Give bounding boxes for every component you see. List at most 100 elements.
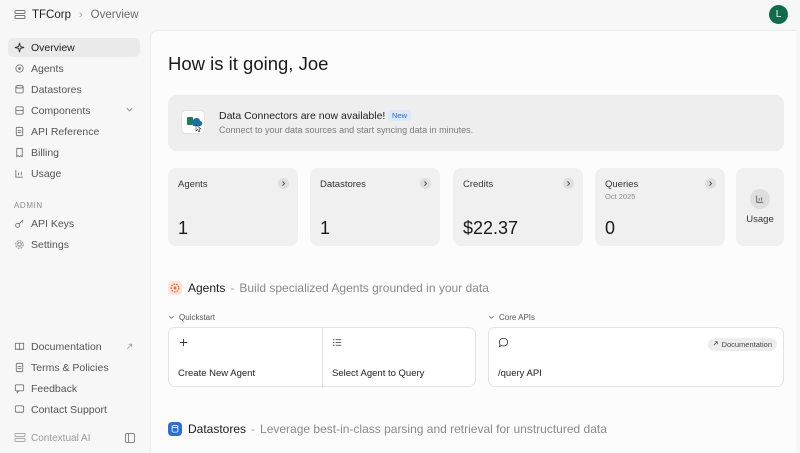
stat-card-agents[interactable]: Agents 1	[168, 168, 298, 246]
section-separator: -	[251, 422, 256, 436]
stat-card-queries[interactable]: Queries Oct 2025 0	[595, 168, 725, 246]
agent-icon	[14, 63, 25, 74]
sidebar-item-label: Components	[31, 104, 91, 117]
core-apis-label[interactable]: Core APIs	[488, 313, 535, 322]
book-icon	[14, 341, 25, 352]
select-agent-to-query-button[interactable]: Select Agent to Query	[323, 328, 476, 388]
stat-card-datastores[interactable]: Datastores 1	[310, 168, 440, 246]
section-description: Build specialized Agents grounded in you…	[239, 281, 489, 295]
sidebar-item-agents[interactable]: Agents	[8, 59, 140, 78]
stat-period: Oct 2025	[605, 192, 636, 201]
database-icon	[14, 84, 25, 95]
stat-card-credits[interactable]: Credits $22.37	[453, 168, 583, 246]
components-icon	[14, 105, 25, 116]
sidebar-item-components[interactable]: Components	[8, 101, 140, 120]
datastores-section-header: Datastores - Leverage best-in-class pars…	[168, 422, 607, 436]
stat-value: 1	[320, 218, 331, 238]
sidebar-item-label: Billing	[31, 146, 60, 159]
chevron-down-icon	[169, 315, 174, 319]
query-api-card[interactable]: Documentation /query API	[488, 327, 784, 387]
stat-value: 1	[178, 218, 189, 238]
core-api-label: /query API	[498, 368, 542, 379]
chevron-right-icon	[705, 178, 716, 189]
create-new-agent-button[interactable]: Create New Agent	[169, 328, 322, 388]
sidebar-item-label: Datastores	[31, 83, 82, 96]
chat-bubble-icon	[498, 337, 509, 348]
sidebar: Overview Agents Datastores Components AP…	[0, 30, 150, 453]
usage-card[interactable]: Usage	[736, 168, 784, 246]
group-label-text: Core APIs	[499, 313, 536, 322]
datastores-section-icon	[168, 422, 182, 436]
sidebar-item-datastores[interactable]: Datastores	[8, 80, 140, 99]
document-icon	[14, 362, 25, 373]
group-label-text: Quickstart	[179, 313, 216, 322]
sidebar-item-label: Terms & Policies	[31, 361, 109, 374]
sidebar-item-api-reference[interactable]: API Reference	[8, 122, 140, 141]
stat-label: Datastores	[320, 179, 366, 190]
quickstart-label[interactable]: Quickstart	[168, 313, 215, 322]
banner-subtitle: Connect to your data sources and start s…	[219, 125, 474, 135]
avatar[interactable]: L	[769, 5, 788, 24]
gear-icon	[14, 239, 25, 250]
brand-logo: Contextual AI	[14, 432, 90, 444]
quickstart-card: Create New Agent Select Agent to Query	[168, 327, 476, 388]
org-icon	[14, 9, 26, 21]
org-name[interactable]: TFCorp	[32, 9, 71, 21]
brand-name: Contextual AI	[31, 432, 91, 444]
section-description: Leverage best-in-class parsing and retri…	[260, 422, 607, 436]
stat-value: $22.37	[463, 218, 519, 238]
sidebar-item-label: Usage	[31, 167, 62, 180]
sidebar-item-documentation[interactable]: Documentation	[8, 337, 140, 356]
sidebar-item-api-keys[interactable]: API Keys	[8, 214, 140, 233]
chevron-right-icon	[420, 178, 431, 189]
usage-label: Usage	[746, 214, 774, 225]
data-connectors-banner[interactable]: Data Connectors are now available! New C…	[168, 95, 784, 151]
chat-icon	[14, 404, 25, 415]
sidebar-item-terms[interactable]: Terms & Policies	[8, 358, 140, 377]
sidebar-item-label: Settings	[31, 238, 69, 251]
message-icon	[14, 383, 25, 394]
connector-icon	[181, 110, 205, 134]
external-link-icon	[125, 342, 134, 351]
sidebar-item-billing[interactable]: Billing	[8, 143, 140, 162]
banner-title: Data Connectors are now available!	[219, 110, 386, 122]
main-content: How is it going, Joe Data Connectors are…	[150, 30, 796, 453]
sidebar-item-settings[interactable]: Settings	[8, 235, 140, 254]
section-title: Agents	[188, 281, 226, 295]
chevron-right-icon	[563, 178, 574, 189]
stat-label: Credits	[463, 179, 494, 190]
sidebar-item-label: Documentation	[31, 340, 102, 353]
stat-label: Agents	[178, 179, 208, 190]
sidebar-item-label: API Reference	[31, 125, 100, 138]
brand-icon	[14, 433, 26, 442]
external-link-icon	[713, 341, 719, 346]
sidebar-item-label: API Keys	[31, 217, 75, 230]
sidebar-item-overview[interactable]: Overview	[8, 38, 140, 57]
section-separator: -	[230, 281, 235, 295]
stat-value: 0	[605, 218, 616, 238]
document-icon	[14, 126, 25, 137]
sparkle-icon	[14, 42, 25, 53]
chart-icon	[750, 189, 770, 209]
key-icon	[14, 218, 25, 229]
chevron-down-icon	[489, 315, 494, 319]
sidebar-item-label: Overview	[31, 41, 75, 54]
chevron-down-icon[interactable]	[125, 105, 134, 114]
sidebar-item-contact-support[interactable]: Contact Support	[8, 400, 140, 419]
plus-icon	[178, 337, 189, 348]
sidebar-item-feedback[interactable]: Feedback	[8, 379, 140, 398]
receipt-icon	[14, 147, 25, 158]
agents-section-header: Agents - Build specialized Agents ground…	[168, 281, 489, 295]
quickstart-item-label: Create New Agent	[178, 368, 256, 379]
sidebar-item-usage[interactable]: Usage	[8, 164, 140, 183]
quickstart-item-label: Select Agent to Query	[332, 368, 425, 379]
section-title: Datastores	[188, 422, 247, 436]
stat-label: Queries	[605, 179, 639, 190]
admin-section-label: ADMIN	[14, 201, 43, 210]
list-icon	[332, 337, 343, 348]
sidebar-item-label: Agents	[31, 62, 64, 75]
sidebar-collapse-icon[interactable]	[124, 432, 136, 444]
page-title: How is it going, Joe	[168, 53, 329, 74]
agents-section-icon	[168, 281, 182, 295]
documentation-badge[interactable]: Documentation	[708, 338, 777, 351]
